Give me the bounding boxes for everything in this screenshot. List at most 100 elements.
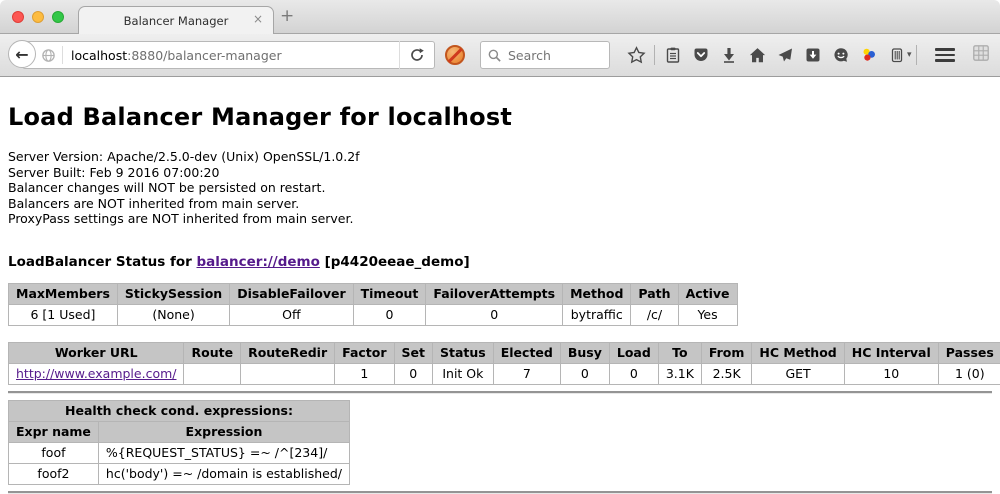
balancer-settings-table: MaxMembers StickySession DisableFailover… — [8, 283, 738, 326]
col-status: Status — [433, 342, 494, 363]
worker-url-cell: http://www.example.com/ — [9, 363, 184, 384]
plugin-blocked-icon[interactable] — [445, 45, 465, 65]
search-icon — [487, 48, 502, 63]
url-text[interactable]: localhost:8880/balancer-manager — [71, 48, 399, 63]
toolbar-separator — [916, 45, 917, 65]
col-expression: Expression — [98, 421, 349, 442]
col-hc-interval: HC Interval — [844, 342, 938, 363]
browser-window: Balancer Manager × + ← localhost:8880/ba… — [0, 0, 1000, 491]
col-load: Load — [609, 342, 658, 363]
hc-interval-value: 10 — [844, 363, 938, 384]
col-hc-method: HC Method — [752, 342, 844, 363]
active-value: Yes — [678, 304, 737, 325]
expr-name-value: foof2 — [9, 463, 99, 484]
col-routeredir: RouteRedir — [241, 342, 335, 363]
page-title: Load Balancer Manager for localhost — [8, 103, 992, 131]
col-busy: Busy — [560, 342, 609, 363]
col-active: Active — [678, 283, 737, 304]
navigation-toolbar: ← localhost:8880/balancer-manager — [0, 34, 1000, 77]
save-page-icon[interactable] — [799, 41, 827, 69]
health-check-table: Health check cond. expressions: Expr nam… — [8, 400, 350, 485]
proxypass-notice-line: ProxyPass settings are NOT inherited fro… — [8, 211, 992, 227]
load-value: 0 — [609, 363, 658, 384]
toolbar-icons: ▾ — [622, 41, 999, 69]
stickysession-value: (None) — [117, 304, 229, 325]
timeout-value: 0 — [353, 304, 426, 325]
factor-value: 1 — [335, 363, 394, 384]
new-tab-button[interactable]: + — [280, 8, 294, 25]
table-row: foof2 hc('body') =~ /domain is establish… — [9, 463, 350, 484]
downloads-icon[interactable] — [715, 41, 743, 69]
health-table-title: Health check cond. expressions: — [9, 400, 350, 421]
inherit-notice-line: Balancers are NOT inherited from main se… — [8, 196, 992, 212]
table-row: foof %{REQUEST_STATUS} =~ /^[234]/ — [9, 442, 350, 463]
balancer-demo-link[interactable]: balancer://demo — [197, 254, 320, 270]
url-host: localhost — [71, 48, 127, 63]
loadbalancer-status-heading: LoadBalancer Status for balancer://demo … — [8, 254, 992, 270]
col-to: To — [658, 342, 701, 363]
disablefailover-value: Off — [230, 304, 353, 325]
chevron-down-icon[interactable]: ▾ — [907, 50, 912, 60]
url-bar[interactable]: localhost:8880/balancer-manager — [22, 41, 435, 69]
status-prefix: LoadBalancer Status for — [8, 254, 197, 270]
toolbar-separator — [654, 45, 655, 65]
col-stickysession: StickySession — [117, 283, 229, 304]
bookmark-star-icon[interactable] — [622, 41, 650, 69]
pocket-icon[interactable] — [687, 41, 715, 69]
server-built-line: Server Built: Feb 9 2016 07:00:20 — [8, 165, 992, 181]
back-button[interactable]: ← — [8, 40, 36, 68]
send-plane-icon[interactable] — [771, 41, 799, 69]
search-input[interactable] — [506, 47, 600, 64]
col-from: From — [701, 342, 752, 363]
status-suffix: [p4420eeae_demo] — [320, 254, 470, 270]
col-disablefailover: DisableFailover — [230, 283, 353, 304]
globe-icon — [41, 48, 56, 63]
col-failoverattempts: FailoverAttempts — [426, 283, 563, 304]
hc-method-value: GET — [752, 363, 844, 384]
method-value: bytraffic — [563, 304, 631, 325]
table-row: http://www.example.com/ 1 0 Init Ok 7 0 … — [9, 363, 1000, 384]
reading-list-icon[interactable] — [659, 41, 687, 69]
worker-url-link[interactable]: http://www.example.com/ — [16, 366, 176, 381]
close-tab-icon[interactable]: × — [253, 12, 263, 26]
reload-button[interactable] — [399, 41, 434, 69]
tiles-icon[interactable] — [971, 43, 991, 67]
to-value: 3.1K — [658, 363, 701, 384]
table-header-row: MaxMembers StickySession DisableFailover… — [9, 283, 738, 304]
failoverattempts-value: 0 — [426, 304, 563, 325]
minimize-window-button[interactable] — [32, 11, 44, 23]
page-content: Load Balancer Manager for localhost Serv… — [0, 103, 1000, 494]
from-value: 2.5K — [701, 363, 752, 384]
url-separator — [62, 46, 63, 64]
route-value — [184, 363, 241, 384]
colors-extension-icon[interactable] — [855, 41, 883, 69]
table-header-row: Worker URL Route RouteRedir Factor Set S… — [9, 342, 1000, 363]
titlebar: Balancer Manager × + — [0, 0, 1000, 34]
table-title-row: Health check cond. expressions: — [9, 400, 350, 421]
col-elected: Elected — [493, 342, 560, 363]
expression-value: hc('body') =~ /domain is established/ — [98, 463, 349, 484]
col-passes: Passes — [938, 342, 1000, 363]
col-maxmembers: MaxMembers — [9, 283, 118, 304]
tab-balancer-manager[interactable]: Balancer Manager × — [78, 6, 274, 34]
zoom-window-button[interactable] — [52, 11, 64, 23]
col-path: Path — [631, 283, 678, 304]
table-row: 6 [1 Used] (None) Off 0 0 bytraffic /c/ … — [9, 304, 738, 325]
col-factor: Factor — [335, 342, 394, 363]
search-bar[interactable] — [480, 41, 610, 69]
persist-notice-line: Balancer changes will NOT be persisted o… — [8, 180, 992, 196]
col-route: Route — [184, 342, 241, 363]
url-path: :8880/balancer-manager — [127, 48, 281, 63]
menu-icon[interactable] — [935, 48, 955, 62]
chat-smiley-icon[interactable] — [827, 41, 855, 69]
path-value: /c/ — [631, 304, 678, 325]
table-header-row: Expr name Expression — [9, 421, 350, 442]
col-timeout: Timeout — [353, 283, 426, 304]
maxmembers-value: 6 [1 Used] — [9, 304, 118, 325]
col-worker-url: Worker URL — [9, 342, 184, 363]
close-window-button[interactable] — [12, 11, 24, 23]
elected-value: 7 — [493, 363, 560, 384]
home-icon[interactable] — [743, 41, 771, 69]
server-version-line: Server Version: Apache/2.5.0-dev (Unix) … — [8, 149, 992, 165]
col-set: Set — [394, 342, 432, 363]
